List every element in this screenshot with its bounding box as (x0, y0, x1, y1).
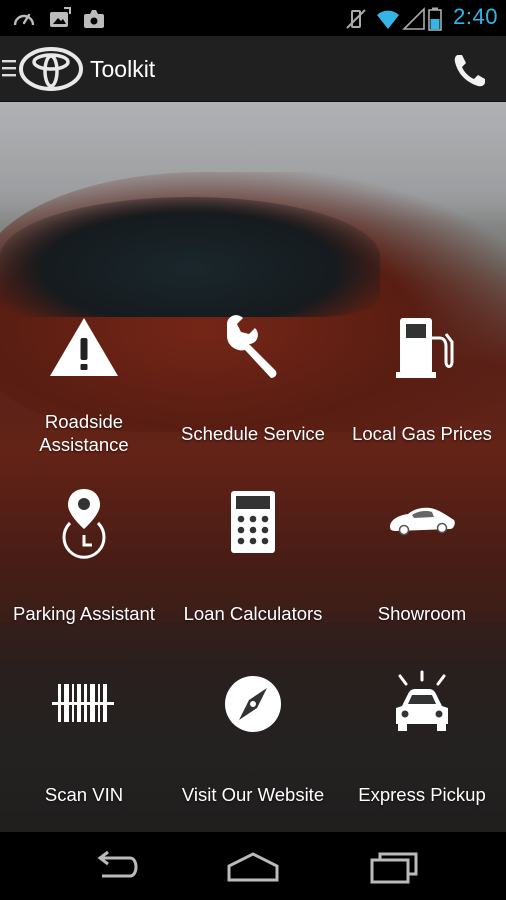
tool-label: Roadside Assistance (39, 411, 129, 455)
location-pin-timer-icon (62, 489, 106, 559)
tool-schedule-service[interactable]: Schedule Service (169, 312, 337, 492)
tool-label: Loan Calculators (183, 603, 323, 624)
home-icon[interactable] (223, 846, 283, 886)
back-icon[interactable] (84, 846, 144, 886)
compass-icon (225, 676, 281, 732)
phone-icon[interactable] (450, 50, 490, 90)
tool-parking-assistant[interactable]: Parking Assistant (0, 487, 168, 667)
car-front-icon (396, 670, 448, 731)
wifi-icon (377, 10, 399, 29)
menu-icon[interactable] (2, 58, 16, 78)
toyota-logo[interactable] (18, 45, 84, 93)
calculator-icon (231, 491, 275, 553)
gas-pump-icon (396, 318, 454, 378)
tool-label: Schedule Service (181, 423, 325, 444)
tool-local-gas-prices[interactable]: Local Gas Prices (338, 312, 506, 492)
tool-label: Scan VIN (44, 784, 124, 805)
tool-visit-our-website[interactable]: Visit Our Website (169, 670, 337, 850)
navigation-bar (0, 832, 506, 900)
cell-signal-icon (402, 7, 425, 30)
image-upload-icon (50, 7, 71, 27)
tool-showroom[interactable]: Showroom (338, 487, 506, 667)
tools-grid: Roadside Assistance Schedule Service Loca… (0, 102, 506, 832)
photo-upload-icon (84, 10, 104, 28)
tool-label: Express Pickup (358, 784, 486, 805)
tool-label: Showroom (377, 603, 467, 624)
vibrate-off-icon (346, 9, 366, 29)
action-bar: Toolkit (0, 36, 506, 102)
tool-label: Parking Assistant (13, 603, 155, 624)
status-time: 2:40 (453, 4, 498, 29)
page-title: Toolkit (90, 56, 156, 82)
tool-express-pickup[interactable]: Express Pickup (338, 670, 506, 850)
tool-label: Visit Our Website (181, 784, 325, 805)
car-side-icon (390, 507, 455, 536)
speedometer-icon (13, 13, 35, 26)
warning-icon (50, 318, 118, 376)
status-bar: 2:40 (0, 0, 506, 36)
battery-icon (428, 7, 442, 31)
barcode-icon (52, 684, 114, 722)
recent-apps-icon[interactable] (364, 846, 424, 886)
tool-label: Local Gas Prices (352, 423, 492, 444)
tool-roadside-assistance[interactable]: Roadside Assistance (0, 312, 168, 492)
tool-scan-vin[interactable]: Scan VIN (0, 670, 168, 850)
wrench-icon (227, 315, 277, 378)
tool-loan-calculators[interactable]: Loan Calculators (169, 487, 337, 667)
